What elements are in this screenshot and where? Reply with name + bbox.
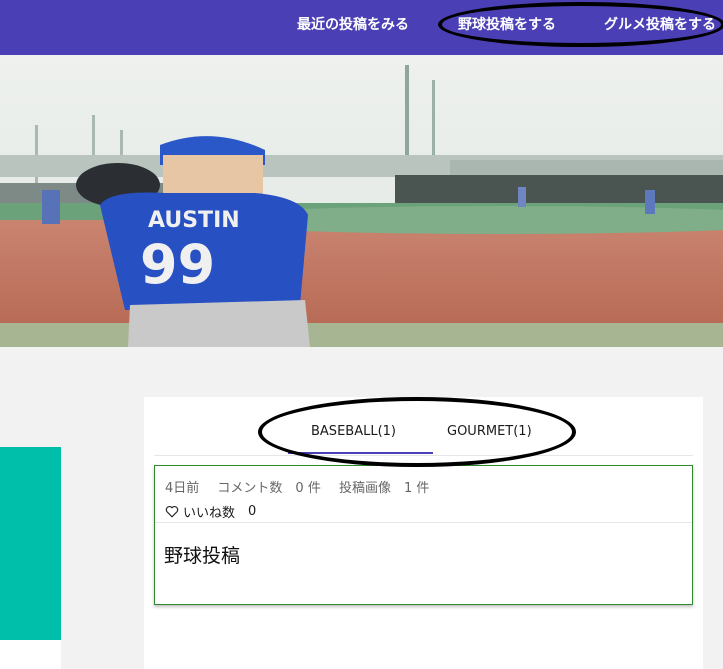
likes-count: 0 — [248, 504, 257, 519]
post-image-count: 投稿画像 1 件 — [338, 481, 430, 496]
tab-baseball[interactable]: BASEBALL(1) — [311, 424, 396, 439]
post-meta: 4日前 コメント数 0 件 投稿画像 1 件 — [165, 477, 443, 496]
posts-card: BASEBALL(1) GOURMET(1) 4日前 コメント数 0 件 投稿画… — [144, 397, 703, 669]
post-divider — [155, 522, 692, 523]
post-title[interactable]: 野球投稿 — [164, 541, 240, 568]
nav-recent-posts[interactable]: 最近の投稿をみる — [297, 14, 409, 34]
baseball-photo: AUSTIN 99 — [0, 55, 723, 347]
category-tabs: BASEBALL(1) GOURMET(1) — [154, 397, 693, 456]
likes-label: いいね数 — [183, 506, 236, 521]
post-comment-count: コメント数 0 件 — [217, 481, 321, 496]
post-time: 4日前 — [165, 481, 200, 496]
tab-gourmet[interactable]: GOURMET(1) — [447, 424, 532, 439]
hero-image: AUSTIN 99 — [0, 55, 723, 347]
teal-side-panel — [0, 447, 61, 640]
post-card[interactable]: 4日前 コメント数 0 件 投稿画像 1 件 いいね数 0 野球投稿 — [154, 465, 693, 605]
jersey-name: AUSTIN — [148, 208, 240, 233]
side-panel-footer — [0, 640, 61, 669]
nav-baseball-post[interactable]: 野球投稿をする — [458, 14, 556, 34]
heart-icon[interactable] — [165, 505, 179, 518]
jersey-number: 99 — [140, 233, 215, 296]
top-navbar: 最近の投稿をみる 野球投稿をする グルメ投稿をする — [0, 0, 723, 55]
post-likes: いいね数 0 — [165, 502, 256, 521]
nav-gourmet-post[interactable]: グルメ投稿をする — [604, 14, 716, 34]
active-tab-indicator — [288, 452, 433, 454]
